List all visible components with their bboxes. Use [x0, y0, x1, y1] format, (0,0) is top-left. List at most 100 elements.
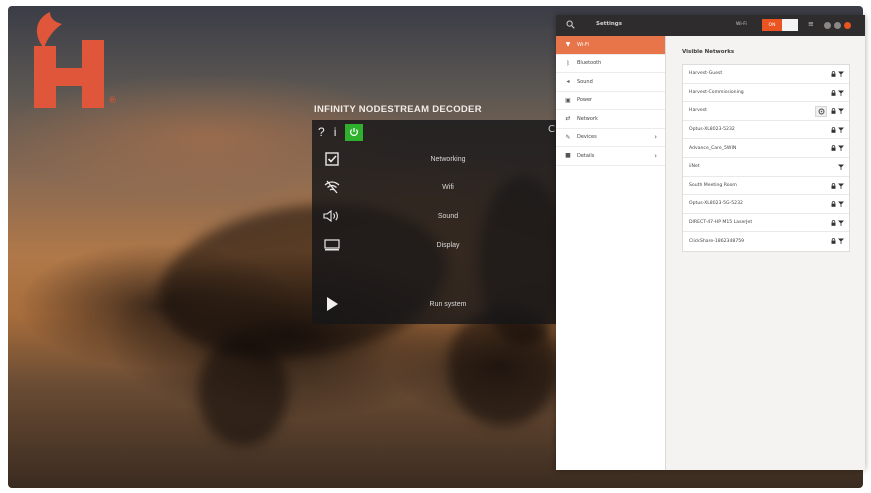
- checkbox-icon: [325, 152, 339, 166]
- chevron-right-icon: ›: [654, 151, 657, 160]
- partial-icon: C: [548, 124, 555, 135]
- network-row[interactable]: DIRECT-47-HP M15 LaserJet: [683, 214, 849, 233]
- leaf-icon: [36, 12, 62, 48]
- wifi-off-icon: [324, 180, 340, 194]
- network-icon: ⇄: [565, 115, 571, 123]
- network-row[interactable]: Harvest-Guest: [683, 65, 849, 84]
- toggle-on-label: ON: [762, 19, 782, 31]
- lock-icon: [831, 71, 836, 79]
- sidebar-item-label: Details: [577, 152, 595, 159]
- sidebar-item-devices[interactable]: ✎ Devices ›: [556, 129, 665, 147]
- network-name: Optus-XL8023-5232: [689, 127, 735, 133]
- decoder-item-display[interactable]: Display: [312, 232, 560, 258]
- monitor-icon: [324, 239, 340, 251]
- wifi-signal-icon: [838, 164, 844, 172]
- network-row[interactable]: Optus-XL8023-5232: [683, 121, 849, 140]
- network-row[interactable]: Advance_Care_5WIN: [683, 139, 849, 158]
- network-row[interactable]: South Meeting Room: [683, 177, 849, 196]
- power-button[interactable]: [345, 123, 364, 141]
- network-name: Harvest-Guest: [689, 71, 723, 77]
- decoder-panel: ? i Networking Wifi Sound Display Run sy…: [312, 120, 560, 324]
- sidebar-item-sound[interactable]: ◂ Sound: [556, 73, 665, 92]
- sidebar-item-label: Wi-Fi: [577, 41, 589, 48]
- lock-icon: [831, 126, 836, 135]
- lock-icon: [831, 145, 836, 153]
- network-list: Harvest-Guest Harvest-Commissioning Harves…: [682, 64, 850, 252]
- decoder-item-networking[interactable]: Networking: [312, 146, 560, 172]
- network-name: iiNet: [689, 164, 700, 170]
- settings-content: Visible Networks Harvest-Guest Harvest-Co…: [666, 36, 865, 470]
- decoder-item-label: Networking: [430, 155, 466, 163]
- lock-icon: [831, 89, 836, 98]
- sidebar-item-wifi[interactable]: ▼ Wi-Fi: [556, 36, 665, 55]
- network-name: Harvest-Commissioning: [689, 89, 744, 95]
- visible-networks-heading: Visible Networks: [682, 49, 735, 55]
- window-controls: [824, 22, 851, 29]
- chevron-right-icon: ›: [654, 133, 657, 142]
- lock-icon: [831, 238, 836, 246]
- wifi-icon: ▼: [565, 41, 571, 49]
- network-name: South Meeting Room: [689, 182, 737, 188]
- help-button[interactable]: ?: [318, 125, 325, 139]
- wifi-signal-icon: [838, 90, 844, 98]
- network-row[interactable]: ClickShare-1862348759: [683, 232, 849, 251]
- gear-icon: [818, 108, 824, 115]
- sidebar-item-label: Devices: [577, 134, 597, 141]
- wifi-toggle[interactable]: ON: [762, 19, 798, 31]
- network-row[interactable]: Optus-XL8023-5G-5232: [683, 195, 849, 214]
- close-button[interactable]: [844, 22, 851, 29]
- wifi-signal-icon: [838, 238, 844, 246]
- battery-icon: ▣: [565, 96, 571, 104]
- search-icon[interactable]: [566, 20, 575, 29]
- settings-window: Settings Wi-Fi ON ≡ ▼ Wi-Fi ᛒ Bluetooth …: [556, 15, 865, 470]
- registered-mark: ®: [108, 96, 117, 106]
- hamburger-menu-icon[interactable]: ≡: [808, 20, 814, 28]
- toggle-knob: [782, 19, 798, 31]
- decoder-item-label: Sound: [437, 212, 459, 220]
- window-title: Settings: [596, 21, 622, 27]
- sidebar-item-bluetooth[interactable]: ᛒ Bluetooth: [556, 55, 665, 73]
- details-icon: ■: [565, 152, 571, 160]
- harvest-logo: [34, 12, 104, 108]
- sidebar-item-details[interactable]: ■ Details ›: [556, 147, 665, 166]
- speaker-icon: [323, 210, 338, 222]
- decoder-item-label: Display: [436, 241, 460, 249]
- run-system-button[interactable]: Run system: [312, 291, 560, 317]
- network-row[interactable]: iiNet: [683, 158, 849, 177]
- lock-icon: [831, 219, 836, 228]
- decoder-title: INFINITY NODESTREAM DECODER: [314, 104, 482, 115]
- network-name: Advance_Care_5WIN: [689, 145, 737, 151]
- decoder-item-label: Wifi: [442, 183, 454, 191]
- wifi-signal-icon: [838, 183, 844, 191]
- wifi-signal-icon: [838, 145, 844, 153]
- sidebar-item-label: Sound: [577, 78, 593, 85]
- network-settings-button[interactable]: [815, 106, 827, 118]
- devices-icon: ✎: [565, 133, 571, 141]
- wifi-header-label: Wi-Fi: [736, 22, 747, 27]
- decoder-item-label: Run system: [429, 300, 467, 308]
- play-icon: [327, 297, 338, 311]
- wifi-signal-icon: [838, 127, 844, 135]
- wifi-signal-icon: [838, 201, 844, 209]
- sidebar-item-network[interactable]: ⇄ Network: [556, 110, 665, 129]
- lock-icon: [831, 201, 836, 209]
- network-row[interactable]: Harvest-Commissioning: [683, 84, 849, 103]
- network-row[interactable]: Harvest: [683, 102, 849, 121]
- network-name: DIRECT-47-HP M15 LaserJet: [689, 220, 753, 226]
- decoder-item-sound[interactable]: Sound: [312, 203, 560, 229]
- network-name: Harvest: [689, 108, 707, 114]
- info-button[interactable]: i: [334, 125, 337, 139]
- sidebar-item-label: Network: [577, 115, 598, 122]
- sidebar-item-label: Power: [577, 97, 593, 104]
- bluetooth-icon: ᛒ: [566, 59, 570, 67]
- network-name: ClickShare-1862348759: [689, 239, 745, 245]
- settings-sidebar: ▼ Wi-Fi ᛒ Bluetooth ◂ Sound ▣ Power ⇄ Ne…: [556, 36, 666, 470]
- sidebar-item-power[interactable]: ▣ Power: [556, 92, 665, 110]
- lock-icon: [831, 182, 836, 191]
- maximize-button[interactable]: [834, 22, 841, 29]
- power-icon: [350, 128, 359, 136]
- sidebar-item-label: Bluetooth: [577, 60, 602, 67]
- decoder-item-wifi[interactable]: Wifi: [312, 174, 560, 200]
- minimize-button[interactable]: [824, 22, 831, 29]
- settings-titlebar: Settings Wi-Fi ON ≡: [556, 15, 865, 36]
